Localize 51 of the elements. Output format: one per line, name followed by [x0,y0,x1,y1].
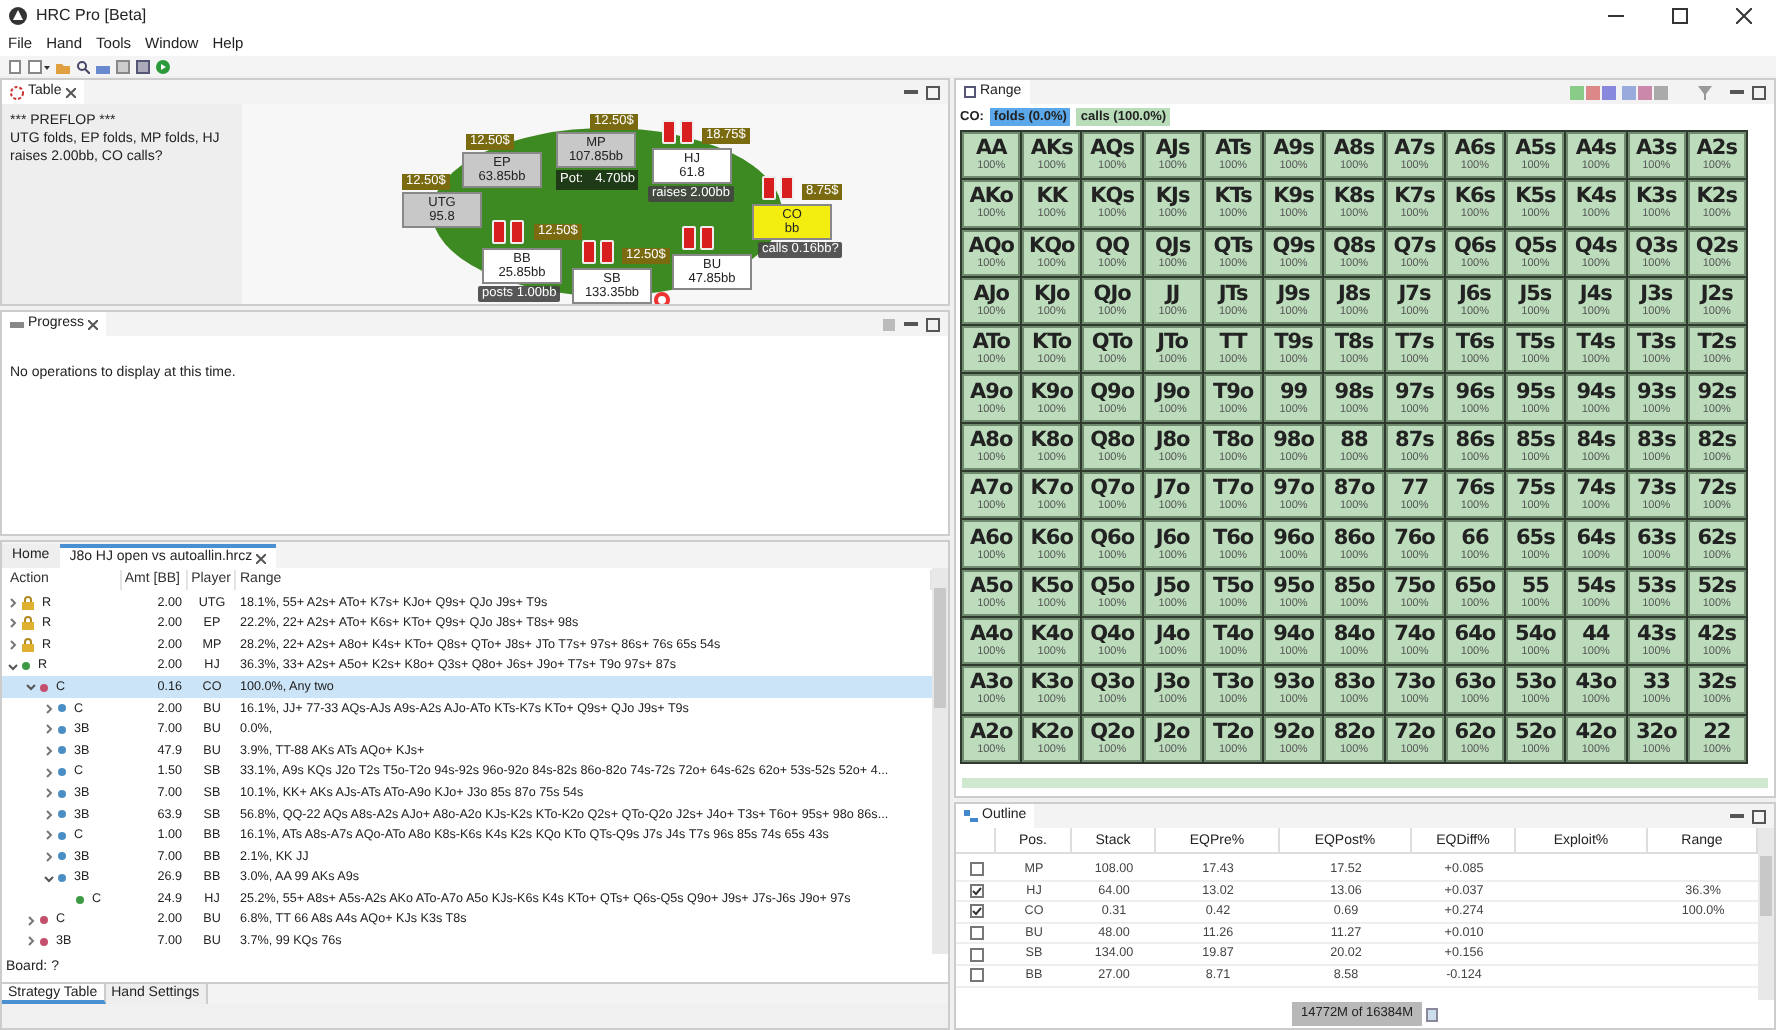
close-icon[interactable] [88,319,99,329]
collapsed-caret-icon[interactable] [44,724,54,735]
scrollbar[interactable] [962,778,1768,788]
close-icon[interactable] [256,553,267,563]
table-icon [10,85,24,99]
collapsed-caret-icon[interactable] [44,703,54,714]
checkbox[interactable] [969,947,983,962]
app-logo-icon [8,6,28,26]
collapsed-caret-icon[interactable] [8,639,18,650]
close-icon[interactable] [1736,8,1752,24]
outline-icon [964,809,978,823]
collapsed-caret-icon[interactable] [8,597,18,608]
checkbox[interactable] [969,883,983,898]
search-icon[interactable] [76,59,90,73]
expanded-caret-icon[interactable] [26,682,36,693]
close-icon[interactable] [65,87,76,97]
window-title: HRC Pro [Beta] [36,4,147,28]
checkbox[interactable] [969,926,983,941]
collapsed-caret-icon[interactable] [44,830,54,841]
grid-icon [964,86,976,98]
maximize-icon[interactable] [1752,85,1766,99]
maximize-icon[interactable] [926,85,940,99]
scrollbar[interactable] [1758,828,1774,1000]
card-back [680,120,694,144]
checkbox[interactable] [969,862,983,877]
collapsed-caret-icon[interactable] [8,618,18,629]
run-icon[interactable] [156,59,170,73]
collapsed-caret-icon[interactable] [44,809,54,820]
maximize-icon[interactable] [1672,8,1688,24]
card-back [510,220,524,244]
maximize-icon[interactable] [1752,809,1766,823]
collapsed-caret-icon[interactable] [44,745,54,756]
expanded-caret-icon[interactable] [44,873,54,884]
card-back [780,176,794,200]
card-back [682,226,696,250]
scrollbar[interactable] [932,568,948,953]
card-back [700,226,714,250]
card-back [582,240,596,264]
collapsed-caret-icon[interactable] [44,788,54,799]
card-back [662,120,676,144]
maximize-icon[interactable] [926,317,940,331]
collapsed-caret-icon[interactable] [26,936,36,947]
collapsed-caret-icon[interactable] [44,851,54,862]
card-back [492,220,506,244]
checkbox[interactable] [969,904,983,919]
collapsed-caret-icon[interactable] [44,767,54,778]
expanded-caret-icon[interactable] [8,661,18,672]
card-back [762,176,776,200]
checkbox[interactable] [969,968,983,983]
collapsed-caret-icon[interactable] [26,915,36,926]
card-back [600,240,614,264]
